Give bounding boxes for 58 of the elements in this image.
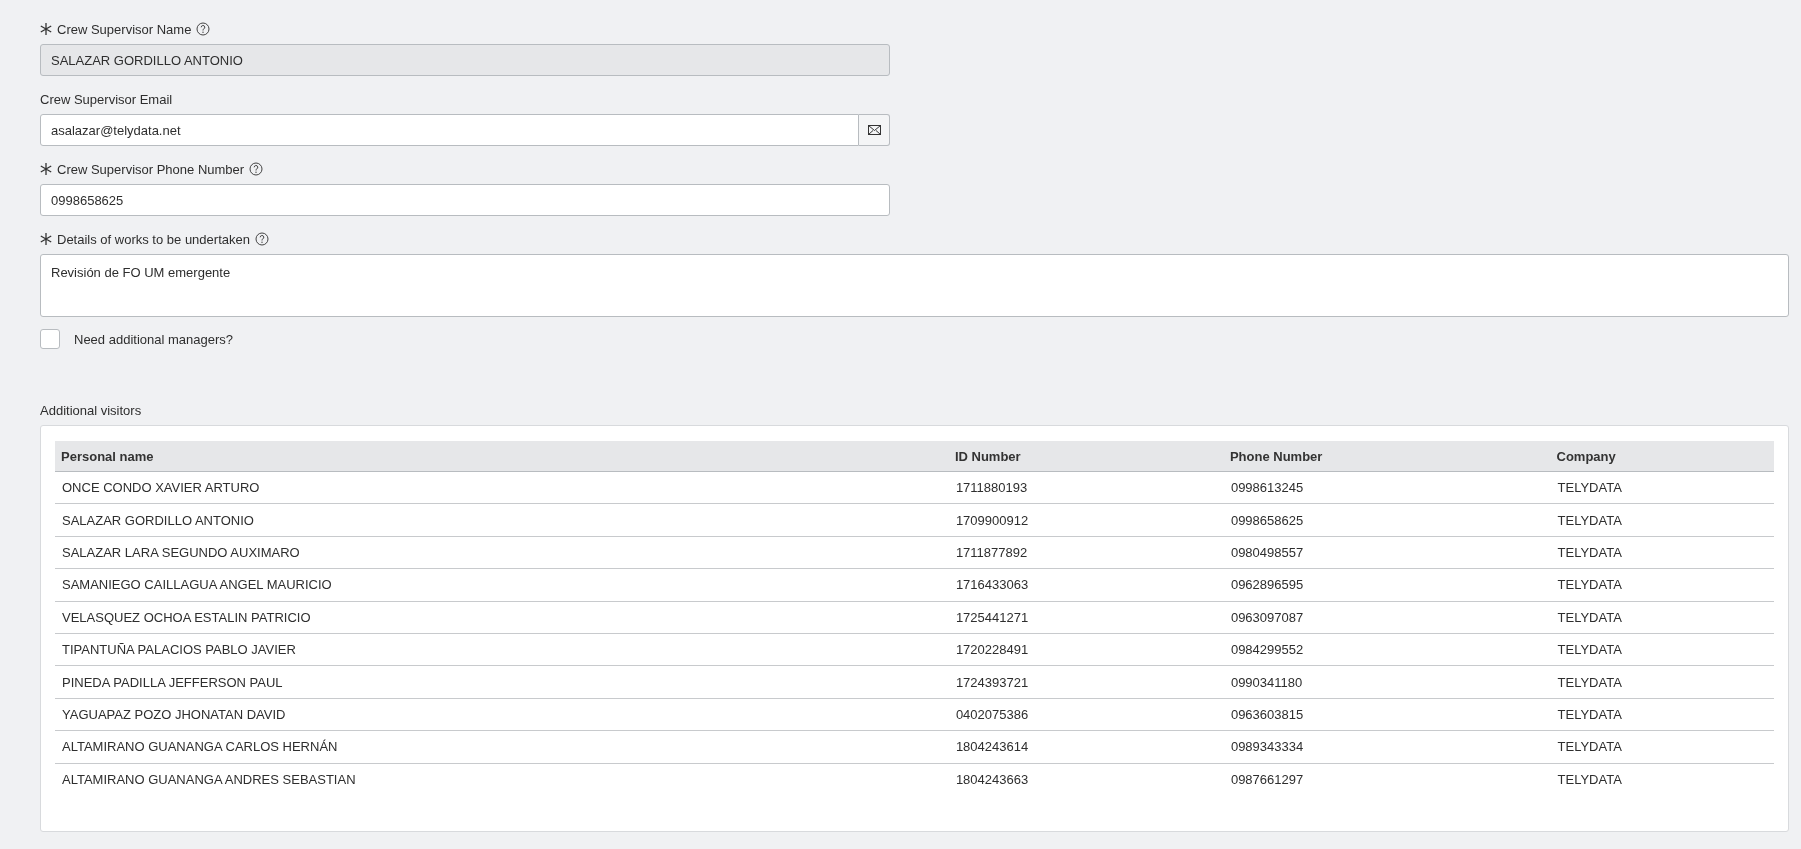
- table-cell: TELYDATA: [1550, 763, 1774, 795]
- table-cell: 0963097087: [1223, 601, 1551, 634]
- table-cell: VELASQUEZ OCHOA ESTALIN PATRICIO: [55, 601, 949, 634]
- table-cell: 0987661297: [1223, 763, 1551, 795]
- table-cell: 1804243663: [948, 763, 1224, 795]
- table-cell: 0980498557: [1223, 536, 1551, 569]
- text-area[interactable]: Revisión de FO UM emergente: [40, 254, 1789, 317]
- input-field[interactable]: 0998658625: [40, 184, 890, 216]
- table-cell: PINEDA PADILLA JEFFERSON PAUL: [55, 665, 949, 699]
- email-button[interactable]: [859, 114, 890, 146]
- checkbox[interactable]: [40, 329, 60, 349]
- table-cell: 1711880193: [948, 471, 1224, 504]
- envelope-icon: [867, 125, 881, 135]
- table-cell: 0990341180: [1223, 665, 1551, 699]
- table-cell: SAMANIEGO CAILLAGUA ANGEL MAURICIO: [55, 568, 949, 602]
- table-cell: 0962896595: [1223, 568, 1551, 602]
- input-field[interactable]: asalazar@telydata.net: [40, 114, 859, 146]
- table-cell: 1724393721: [948, 665, 1224, 699]
- table-cell: TELYDATA: [1550, 665, 1774, 699]
- table-cell: 0402075386: [948, 698, 1224, 731]
- table-cell: TELYDATA: [1550, 601, 1774, 634]
- column-header: ID Number: [948, 441, 1224, 472]
- table-cell: 0963603815: [1223, 698, 1551, 731]
- section-title: Additional visitors: [40, 403, 143, 418]
- table-cell: YAGUAPAZ POZO JHONATAN DAVID: [55, 698, 949, 731]
- table-cell: TELYDATA: [1550, 698, 1774, 731]
- table-cell: 1716433063: [948, 568, 1224, 602]
- table-cell: 1725441271: [948, 601, 1224, 634]
- table-cell: 0998613245: [1223, 471, 1551, 504]
- table-cell: TIPANTUÑA PALACIOS PABLO JAVIER: [55, 633, 949, 666]
- field-label: Crew Supervisor Name: [57, 21, 192, 37]
- column-header: Phone Number: [1223, 441, 1551, 472]
- table-cell: ALTAMIRANO GUANANGA ANDRES SEBASTIAN: [55, 763, 949, 795]
- table-cell: TELYDATA: [1550, 730, 1774, 763]
- checkbox-label: Need additional managers?: [74, 331, 233, 347]
- table-cell: 1709900912: [948, 503, 1224, 537]
- column-header: Personal name: [55, 441, 949, 472]
- table-cell: ALTAMIRANO GUANANGA CARLOS HERNÁN: [55, 730, 949, 763]
- field-label: Crew Supervisor Phone Number: [57, 161, 245, 177]
- help-icon[interactable]: [249, 162, 264, 176]
- table-cell: 0989343334: [1223, 730, 1551, 763]
- help-icon[interactable]: [254, 232, 269, 246]
- table-cell: 1804243614: [948, 730, 1224, 763]
- table-cell: 1711877892: [948, 536, 1224, 569]
- table-cell: TELYDATA: [1550, 536, 1774, 569]
- field-label: Details of works to be undertaken: [57, 231, 250, 247]
- column-header: Company: [1550, 441, 1774, 472]
- table-cell: 0984299552: [1223, 633, 1551, 666]
- table-cell: 1720228491: [948, 633, 1224, 666]
- table-cell: TELYDATA: [1550, 633, 1774, 666]
- table-cell: SALAZAR GORDILLO ANTONIO: [55, 503, 949, 537]
- table-cell: TELYDATA: [1550, 471, 1774, 504]
- table-cell: TELYDATA: [1550, 503, 1774, 537]
- field-label: Crew Supervisor Email: [40, 91, 173, 107]
- table-cell: TELYDATA: [1550, 568, 1774, 602]
- table-cell: 0998658625: [1223, 503, 1551, 537]
- table-cell: SALAZAR LARA SEGUNDO AUXIMARO: [55, 536, 949, 569]
- table-cell: ONCE CONDO XAVIER ARTURO: [55, 471, 949, 504]
